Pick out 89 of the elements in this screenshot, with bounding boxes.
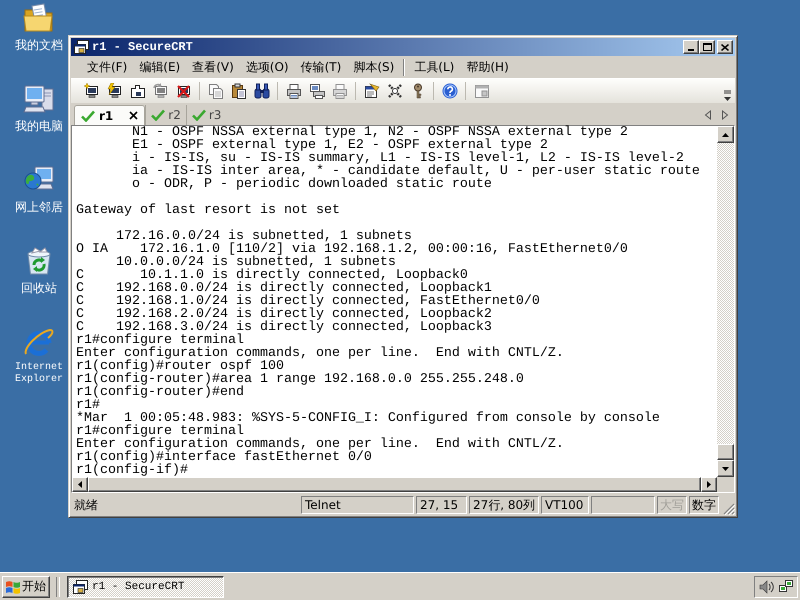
desktop-icon-label[interactable]: 回收站 — [21, 281, 57, 295]
menu-item[interactable]: 帮助(H) — [460, 58, 515, 77]
down-arrow-icon — [722, 466, 729, 470]
right-arrow-icon[interactable] — [721, 110, 729, 120]
scroll-left-button[interactable] — [72, 477, 88, 492]
options-window-icon[interactable] — [364, 83, 380, 99]
scrollbar-thumb[interactable] — [717, 444, 734, 460]
minimize-button[interactable] — [683, 40, 699, 54]
status-panel: VT100 — [541, 496, 589, 514]
network-icon[interactable] — [778, 578, 794, 594]
right-arrow-icon — [707, 481, 711, 488]
status-panel: 27, 15 — [416, 496, 467, 514]
close-icon — [721, 44, 729, 50]
scroll-up-button[interactable] — [717, 126, 734, 143]
printer-icon[interactable] — [286, 83, 302, 99]
terminal-line: C 192.168.0.0/24 is directly connected, Loopback1 — [76, 282, 492, 295]
terminal-line: C 192.168.3.0/24 is directly connected, Loopback3 — [76, 321, 492, 334]
terminal-line: r1#configure terminal — [76, 334, 244, 347]
terminal-line: *Mar 1 00:05:48.983: %SYS-5-CONFIG_I: Configured from console by console — [76, 412, 660, 425]
close-button[interactable] — [717, 40, 733, 54]
menu-item[interactable]: 传输(T) — [294, 58, 348, 77]
maximize-icon — [702, 43, 712, 51]
terminal-line: r1(config-router)#area 1 range 192.168.0.0 255.255.248.0 — [76, 373, 524, 386]
terminal-line: i - IS-IS, su - IS-IS summary, L1 - IS-IS level-1, L2 - IS-IS level-2 — [132, 152, 684, 165]
window-title: r1 - SecureCRT — [92, 40, 194, 54]
tab-window-icon[interactable] — [130, 83, 146, 99]
desktop-icon-label[interactable]: 我的电脑 — [15, 119, 63, 133]
screen-printer-icon[interactable] — [308, 83, 324, 99]
terminal-line: C 192.168.1.0/24 is directly connected, FastEthernet0/0 — [76, 295, 540, 308]
speaker-icon[interactable] — [758, 578, 774, 594]
terminal-line: o - ODR, P - periodic downloaded static route — [132, 178, 492, 191]
maximize-button[interactable] — [699, 40, 715, 54]
status-panel: 27行, 80列 — [469, 496, 539, 514]
desktop-icon-label[interactable]: 我的文档 — [15, 38, 63, 52]
flag-icon — [5, 580, 21, 594]
monitor-cross-icon[interactable] — [176, 83, 192, 99]
monitor-sparkle-icon[interactable] — [84, 83, 100, 99]
start-button[interactable]: 开始 — [2, 576, 50, 598]
e-logo-icon[interactable] — [23, 326, 55, 358]
scroll-right-button[interactable] — [701, 477, 717, 492]
scrollbar-corner — [717, 477, 734, 492]
left-arrow-icon[interactable] — [704, 110, 712, 120]
scroll-down-button[interactable] — [717, 460, 734, 477]
menu-item[interactable]: 选项(O) — [240, 58, 295, 77]
terminal-line: E1 - OSPF external type 1, E2 - OSPF external type 2 — [132, 139, 548, 152]
menu-item[interactable]: 查看(V) — [186, 58, 240, 77]
terminal-line: ia - IS-IS inter area, * - candidate default, U - per-user static route — [132, 165, 700, 178]
up-arrow-icon — [722, 132, 729, 136]
stacked-windows-icon — [72, 578, 88, 594]
terminal-line: C 10.1.1.0 is directly connected, Loopback0 — [76, 269, 468, 282]
monitor-lightning-icon[interactable] — [106, 83, 122, 99]
terminal-line: 172.16.0.0/24 is subnetted, 1 subnets — [116, 230, 412, 243]
terminal-line: 10.0.0.0/24 is subnetted, 1 subnets — [116, 256, 396, 269]
terminal-line: C 192.168.2.0/24 is directly connected, Loopback2 — [76, 308, 492, 321]
terminal-line: r1(config)#interface fastEthernet 0/0 — [76, 451, 372, 464]
status-message: 就绪 — [73, 496, 99, 514]
desktop-icon-label[interactable]: Internet Explorer — [14, 362, 63, 386]
menu-item[interactable]: 工具(L) — [408, 58, 460, 77]
scrollbar-thumb[interactable] — [88, 477, 701, 492]
terminal-line: r1(config)#router ospf 100 — [76, 360, 284, 373]
terminal-line: r1(config-if)# — [76, 464, 188, 477]
folder-icon[interactable] — [23, 2, 55, 34]
desktop-icon-label[interactable]: 网上邻居 — [15, 200, 63, 214]
computer-icon[interactable] — [23, 83, 55, 115]
status-panel — [591, 496, 655, 514]
status-panel: Telnet — [301, 496, 414, 514]
terminal-line: N1 - OSPF NSSA external type 1, N2 - OSPF NSSA external type 2 — [132, 126, 628, 139]
terminal-line: Gateway of last resort is not set — [76, 204, 340, 217]
terminal-line: Enter configuration commands, one per line. End with CNTL/Z. — [76, 438, 564, 451]
terminal-line: O IA 172.16.1.0 [110/2] via 192.168.1.2, 00:00:16, FastEthernet0/0 — [76, 243, 628, 256]
size-grip-icon[interactable] — [723, 503, 735, 515]
paste-icon[interactable] — [230, 83, 246, 99]
terminal-line: r1# — [76, 399, 100, 412]
taskbar-button[interactable]: r1 - SecureCRT — [67, 576, 224, 598]
left-arrow-icon — [78, 481, 82, 488]
terminal-line: r1#configure terminal — [76, 425, 244, 438]
help-icon[interactable] — [442, 83, 458, 99]
menu-item[interactable]: 编辑(E) — [133, 58, 186, 77]
menu-item[interactable]: 文件(F) — [81, 58, 134, 77]
crossed-tools-icon[interactable] — [386, 83, 402, 99]
session-tab[interactable]: r1 — [74, 105, 146, 125]
terminal-line: r1(config-router)#end — [76, 386, 244, 399]
menu-item[interactable]: 脚本(S) — [347, 58, 400, 77]
binoculars-icon[interactable] — [254, 83, 270, 99]
status-indicator: 数字 — [689, 496, 719, 514]
chevron-icon[interactable] — [723, 88, 732, 102]
stacked-windows-icon — [73, 39, 89, 55]
close-icon[interactable] — [129, 111, 138, 120]
terminal-line: Enter configuration commands, one per line. End with CNTL/Z. — [76, 347, 564, 360]
